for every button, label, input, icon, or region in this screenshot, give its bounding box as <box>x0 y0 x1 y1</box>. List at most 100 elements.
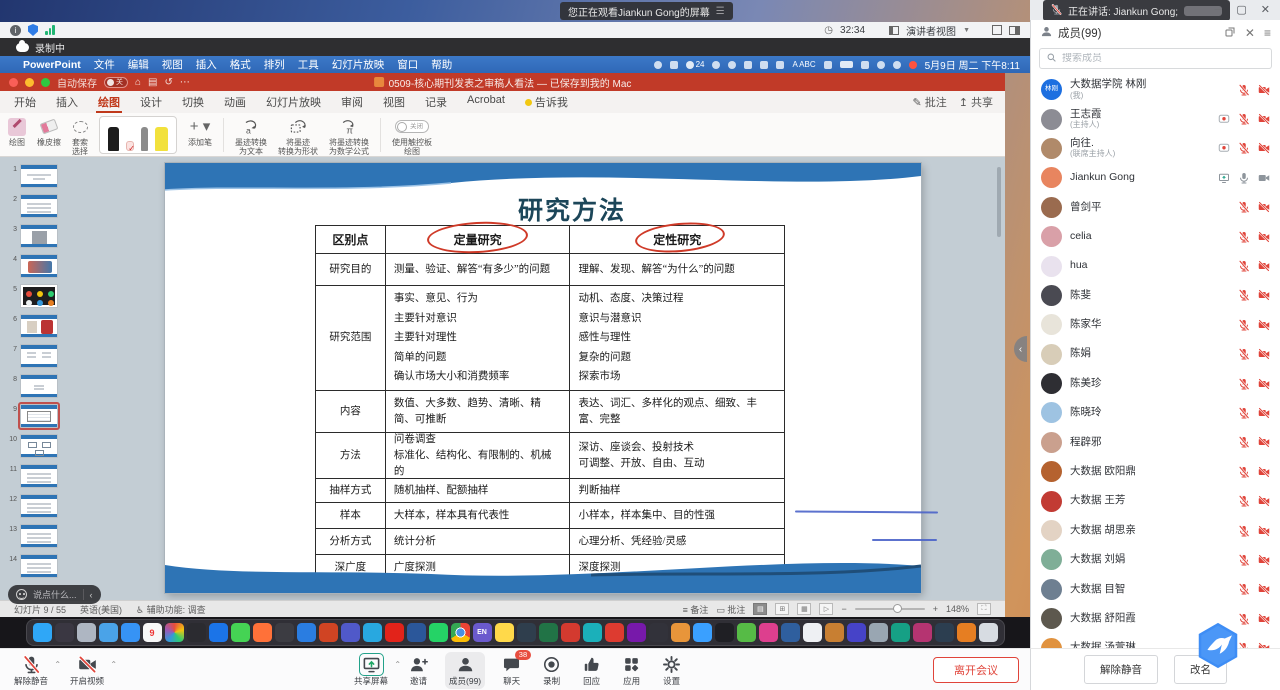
view-mode-caret-icon[interactable]: ▼ <box>963 27 970 34</box>
participant-row[interactable]: 向往.(联席主持人) <box>1031 134 1280 163</box>
zoom-slider[interactable] <box>855 608 925 611</box>
app-store-dock-icon[interactable] <box>209 623 228 642</box>
cam-off-icon[interactable] <box>1258 466 1270 478</box>
cam-off-icon[interactable] <box>1258 583 1270 595</box>
participant-row[interactable]: 陈家华 <box>1031 310 1280 339</box>
popout-panel-icon[interactable] <box>1224 26 1236 41</box>
slide-thumbnail-11[interactable] <box>20 464 58 488</box>
ribbon-tab-视图[interactable]: 视图 <box>373 91 415 113</box>
slide-thumbnail-8[interactable] <box>20 374 58 398</box>
participant-row[interactable]: hua <box>1031 251 1280 280</box>
view-mode-select[interactable]: 演讲者视图 <box>906 23 956 38</box>
mic-muted-icon[interactable] <box>1238 525 1250 537</box>
mac-menu-item[interactable]: 格式 <box>230 57 251 72</box>
excel-dock-icon[interactable] <box>539 623 558 642</box>
magenta-app-dock-icon[interactable] <box>913 623 932 642</box>
mic-muted-icon[interactable] <box>1238 113 1250 125</box>
mac-menu-item[interactable]: 视图 <box>162 57 183 72</box>
security-shield-icon[interactable] <box>28 24 38 36</box>
participant-row[interactable]: 程辟邪 <box>1031 428 1280 457</box>
yellow-highlighter[interactable] <box>155 127 168 151</box>
wifi-icon[interactable] <box>861 61 869 69</box>
zoom-lens-icon[interactable] <box>712 61 720 69</box>
participant-row[interactable]: 陈美珍 <box>1031 369 1280 398</box>
share-button[interactable]: ↥ 共享 <box>959 94 993 110</box>
gray-app-dock-icon[interactable] <box>869 623 888 642</box>
mic-muted-icon[interactable] <box>1238 554 1250 566</box>
participant-row[interactable]: 曾剑平 <box>1031 193 1280 222</box>
ribbon-tab-开始[interactable]: 开始 <box>4 91 46 113</box>
ribbon-tab-幻灯片放映[interactable]: 幻灯片放映 <box>256 91 331 113</box>
info-icon[interactable]: i <box>10 25 21 36</box>
cam-off-icon[interactable] <box>1258 231 1270 243</box>
slideshow-button[interactable]: ▷ <box>819 603 833 615</box>
mic-muted-icon[interactable] <box>1238 201 1250 213</box>
input-source-icon[interactable]: A ABC <box>792 60 815 69</box>
gray-pencil[interactable] <box>141 127 148 151</box>
sorter-view-button[interactable]: ⊞ <box>775 603 789 615</box>
brown-app-dock-icon[interactable] <box>825 623 844 642</box>
slate-app-dock-icon[interactable] <box>935 623 954 642</box>
participant-row[interactable]: 大数据 目智 <box>1031 575 1280 604</box>
slide-thumbnail-10[interactable] <box>20 434 58 458</box>
ink-to-text-tool[interactable]: a墨迹转换 为文本 <box>235 116 267 156</box>
user-icon[interactable] <box>893 61 901 69</box>
fullscreen-icon[interactable] <box>992 25 1002 35</box>
gauge-app-dock-icon[interactable] <box>363 623 382 642</box>
mic-muted-icon[interactable] <box>1238 348 1250 360</box>
mic-muted-icon[interactable] <box>1238 289 1250 301</box>
pink-app-dock-icon[interactable] <box>759 623 778 642</box>
font-book-dock-icon[interactable] <box>275 623 294 642</box>
toolbar-record[interactable]: 录制 <box>538 652 565 689</box>
slide-thumbnail-9[interactable] <box>20 404 58 428</box>
whatsapp-dock-icon[interactable] <box>429 623 448 642</box>
cam-off-icon[interactable] <box>1258 201 1270 213</box>
search-icon[interactable] <box>877 61 885 69</box>
mic-on-icon[interactable] <box>1238 172 1250 184</box>
zoom-traffic-light[interactable] <box>41 78 50 87</box>
expand-caret-icon[interactable]: ⌃ <box>394 660 401 669</box>
mac-menu-item[interactable]: 幻灯片放映 <box>332 57 385 72</box>
thunder-app-icon[interactable] <box>1192 620 1244 672</box>
green-app-dock-icon[interactable] <box>737 623 756 642</box>
close-panel-icon[interactable]: ✕ <box>1245 26 1255 40</box>
chat-placeholder[interactable]: 说点什么... <box>33 588 77 601</box>
shield-icon[interactable] <box>728 61 736 69</box>
blue-browser-dock-icon[interactable] <box>297 623 316 642</box>
participant-row[interactable]: 陈晓玲 <box>1031 398 1280 427</box>
participant-row[interactable]: 大数据 王芳 <box>1031 486 1280 515</box>
terminal-dock-icon[interactable] <box>715 623 734 642</box>
camera-app-dock-icon[interactable] <box>187 623 206 642</box>
search-members-box[interactable] <box>1039 48 1272 69</box>
cam-off-icon[interactable] <box>1258 525 1270 537</box>
utility-app-dock-icon[interactable] <box>649 623 668 642</box>
mic-muted-icon[interactable] <box>1238 260 1250 272</box>
minimize-traffic-light[interactable] <box>25 78 34 87</box>
mac-menu-item[interactable]: 编辑 <box>128 57 149 72</box>
expand-caret-icon[interactable]: ⌃ <box>54 660 61 669</box>
reading-view-button[interactable]: ▦ <box>797 603 811 615</box>
participant-row[interactable]: 大数据 欧阳鼎 <box>1031 457 1280 486</box>
messages-dock-icon[interactable] <box>231 623 250 642</box>
slide-thumbnail-2[interactable] <box>20 194 58 218</box>
panel-menu-icon[interactable]: ≡ <box>1264 26 1271 40</box>
orange2-app-dock-icon[interactable] <box>957 623 976 642</box>
cam-off-icon[interactable] <box>1258 142 1270 154</box>
cam-off-icon[interactable] <box>1258 378 1270 390</box>
accessibility-status[interactable]: ♿ 辅助功能: 调查 <box>136 603 206 616</box>
expand-caret-icon[interactable]: ⌃ <box>110 660 117 669</box>
sidebar-collapse-handle[interactable]: ‹ <box>1014 336 1027 362</box>
draw-tool[interactable]: 绘图 <box>8 116 26 147</box>
cam-off-icon[interactable] <box>1258 289 1270 301</box>
participant-row[interactable]: 林刚大数据学院 林刚(我) <box>1031 75 1280 104</box>
slide-thumbnail-1[interactable] <box>20 164 58 188</box>
toolbar-gear[interactable]: 设置 <box>658 652 685 689</box>
notes-button[interactable]: ≡ 备注 <box>683 603 709 616</box>
cam-off-icon[interactable] <box>1258 613 1270 625</box>
ink-to-shape-tool[interactable]: 将墨迹 转换为形状 <box>278 116 318 156</box>
layout-icon[interactable] <box>1009 26 1020 35</box>
slide-thumbnail-4[interactable] <box>20 254 58 278</box>
participant-row[interactable]: 大数据 胡思亲 <box>1031 516 1280 545</box>
share-icon[interactable] <box>1218 172 1230 184</box>
purple-app-dock-icon[interactable] <box>847 623 866 642</box>
